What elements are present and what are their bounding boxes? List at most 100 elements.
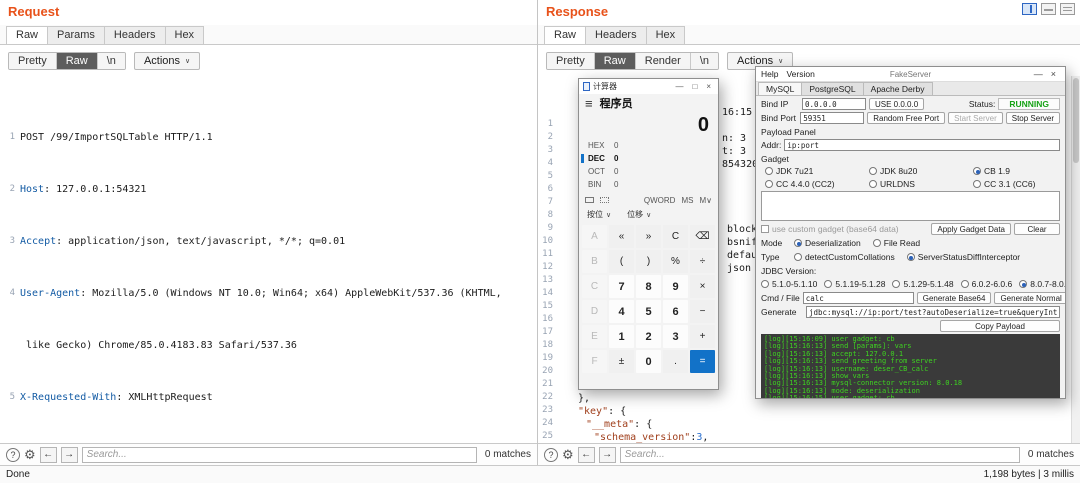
calculator-key[interactable]: + — [690, 325, 715, 348]
jdbc-version-option[interactable]: 5.1.0-5.1.10 — [761, 279, 817, 289]
custom-gadget-checkbox[interactable] — [761, 225, 769, 233]
radio-icon[interactable] — [765, 180, 773, 188]
radio-icon[interactable] — [960, 280, 969, 288]
response-search-input[interactable] — [619, 446, 1020, 463]
request-search-input[interactable] — [81, 446, 477, 463]
calculator-titlebar[interactable]: 计算器 — □ × — [579, 79, 718, 94]
gadget-option[interactable]: URLDNS — [869, 179, 973, 189]
response-scrollbar[interactable] — [1071, 76, 1080, 443]
help-menu[interactable]: Help — [761, 69, 778, 79]
radix-row[interactable]: HEX 0 — [579, 139, 718, 152]
calculator-key[interactable]: % — [663, 250, 688, 273]
calculator-key[interactable]: 5 — [636, 300, 661, 323]
calculator-key[interactable]: . — [663, 350, 688, 373]
calculator-key[interactable]: D — [582, 300, 607, 323]
gadget-option[interactable]: CC 3.1 (CC6) — [973, 179, 1060, 189]
radix-row[interactable]: BIN 0 — [579, 178, 718, 191]
radio-icon[interactable] — [869, 180, 877, 188]
random-free-port-button[interactable]: Random Free Port — [867, 112, 946, 124]
bit-toggle-keypad-icon[interactable] — [600, 197, 609, 203]
response-view-subtab[interactable]: \n — [690, 52, 719, 69]
jdbc-version-option[interactable]: 5.1.19-5.1.28 — [824, 279, 885, 289]
radio-icon[interactable] — [765, 167, 773, 175]
response-view-subtab[interactable]: Pretty — [547, 52, 595, 69]
minimize-icon[interactable]: — — [672, 82, 686, 91]
calculator-key[interactable]: 1 — [609, 325, 634, 348]
bitshift-dropdown[interactable]: 位移 ∨ — [627, 209, 651, 220]
calculator-key[interactable]: C — [663, 225, 688, 248]
calculator-key[interactable]: ⌫ — [690, 225, 715, 248]
type-option[interactable]: detectCustomCollations — [794, 252, 895, 262]
radio-icon[interactable] — [973, 167, 981, 175]
response-tab[interactable]: Hex — [645, 26, 686, 44]
calculator-key[interactable]: A — [582, 225, 607, 248]
jdbc-version-option[interactable]: 8.0.7-8.0.20 — [1019, 279, 1065, 289]
layout-rows-icon[interactable] — [1041, 3, 1056, 15]
bind-port-input[interactable] — [800, 112, 865, 124]
gadget-option[interactable]: CB 1.9 — [973, 166, 1060, 176]
close-icon[interactable]: × — [703, 82, 714, 91]
generate-payload-input[interactable] — [806, 306, 1060, 318]
response-tab[interactable]: Headers — [585, 26, 647, 44]
calculator-key[interactable]: F — [582, 350, 607, 373]
type-option[interactable]: ServerStatusDiffInterceptor — [906, 252, 1020, 262]
calculator-key[interactable]: ÷ — [690, 250, 715, 273]
request-view-subtab[interactable]: Pretty — [9, 52, 57, 69]
request-tab[interactable]: Raw — [6, 26, 49, 44]
jdbc-version-option[interactable]: 6.0.2-6.0.6 — [960, 279, 1012, 289]
hamburger-menu-icon[interactable]: ≡ — [585, 96, 593, 111]
scrollbar-thumb[interactable] — [1073, 78, 1079, 163]
fakeserver-titlebar[interactable]: FakeServer Help Version — × — [756, 67, 1065, 82]
layout-tabs-icon[interactable] — [1060, 3, 1075, 15]
version-menu[interactable]: Version — [786, 69, 814, 79]
help-icon[interactable]: ? — [6, 447, 20, 462]
bitwise-dropdown[interactable]: 按位 ∨ — [587, 209, 611, 220]
radio-icon[interactable] — [973, 180, 981, 188]
calculator-key[interactable]: 4 — [609, 300, 634, 323]
radio-icon[interactable] — [794, 253, 802, 261]
calculator-key[interactable]: − — [690, 300, 715, 323]
radio-icon[interactable] — [824, 280, 833, 288]
radio-icon[interactable] — [869, 167, 877, 175]
gadget-option[interactable]: JDK 7u21 — [765, 166, 869, 176]
calculator-key[interactable]: = — [690, 350, 715, 373]
memory-menu-button[interactable]: M∨ — [699, 196, 712, 205]
cmd-file-input[interactable] — [802, 292, 914, 304]
radio-icon[interactable] — [794, 239, 802, 247]
fakeserver-tab[interactable]: Apache Derby — [862, 82, 933, 95]
clear-button[interactable]: Clear — [1014, 223, 1060, 235]
settings-gear-icon[interactable]: ⚙ — [24, 447, 36, 462]
start-server-button[interactable]: Start Server — [948, 112, 1003, 124]
radio-icon[interactable] — [872, 239, 881, 247]
maximize-icon[interactable]: □ — [689, 82, 700, 91]
generate-normal-button[interactable]: Generate Normal — [994, 292, 1065, 304]
search-prev-button[interactable]: ← — [577, 446, 595, 463]
search-prev-button[interactable]: ← — [39, 446, 57, 463]
response-view-subtab[interactable]: Render — [635, 52, 691, 69]
calculator-key[interactable]: B — [582, 250, 607, 273]
calculator-key[interactable]: E — [582, 325, 607, 348]
radio-icon[interactable] — [1019, 280, 1028, 288]
calculator-key[interactable]: ± — [609, 350, 634, 373]
calculator-key[interactable]: 8 — [636, 275, 661, 298]
radio-icon[interactable] — [892, 280, 901, 288]
copy-payload-button[interactable]: Copy Payload — [940, 320, 1060, 332]
fakeserver-tab[interactable]: MySQL — [758, 82, 803, 95]
use-bind-ip-button[interactable]: USE 0.0.0.0 — [869, 98, 925, 110]
calculator-key[interactable]: × — [690, 275, 715, 298]
mode-option[interactable]: Deserialization — [794, 238, 861, 248]
apply-gadget-data-button[interactable]: Apply Gadget Data — [931, 223, 1011, 235]
response-view-subtab[interactable]: Raw — [594, 52, 636, 69]
generate-base64-button[interactable]: Generate Base64 — [916, 292, 992, 304]
request-view-subtab[interactable]: Raw — [56, 52, 98, 69]
calculator-key[interactable]: ) — [636, 250, 661, 273]
bind-ip-input[interactable] — [802, 98, 866, 110]
jdbc-version-option[interactable]: 5.1.29-5.1.48 — [892, 279, 954, 289]
calculator-key[interactable]: » — [636, 225, 661, 248]
calculator-key[interactable]: 2 — [636, 325, 661, 348]
close-icon[interactable]: × — [1047, 69, 1060, 79]
full-keypad-icon[interactable] — [585, 197, 594, 203]
calculator-key[interactable]: 0 — [636, 350, 661, 373]
calculator-key[interactable]: « — [609, 225, 634, 248]
request-editor[interactable]: 1 POST /99/ImportSQLTable HTTP/1.1 2 Hos… — [0, 76, 537, 443]
